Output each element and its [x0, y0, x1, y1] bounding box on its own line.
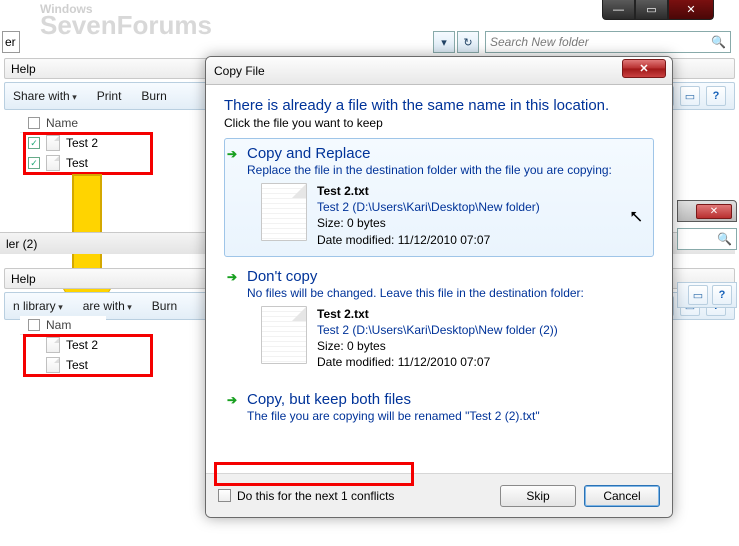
column-header[interactable]: Nam	[20, 316, 106, 335]
skip-button[interactable]: Skip	[500, 485, 576, 507]
cmd-share-with[interactable]: Share with	[13, 89, 77, 103]
address-bar: er ▾ ↻ Search New folder 🔍	[0, 28, 739, 56]
annotation-highlight	[23, 132, 153, 175]
search-icon[interactable]: 🔍	[711, 35, 726, 49]
apply-all-checkbox[interactable]	[218, 489, 231, 502]
cmd-share-with[interactable]: are with	[83, 299, 132, 313]
menu-help[interactable]: Help	[11, 272, 36, 286]
address-fragment[interactable]: er	[2, 31, 20, 53]
dialog-title-bar[interactable]: Copy File	[206, 57, 672, 85]
close-button[interactable]: ✕	[668, 0, 714, 20]
arrow-icon: ➔	[227, 147, 237, 161]
help-icon[interactable]: ?	[712, 285, 732, 305]
option-keep-both[interactable]: ➔ Copy, but keep both files The file you…	[224, 384, 654, 432]
option-dont-copy[interactable]: ➔ Don't copy No files will be changed. L…	[224, 261, 654, 380]
option-copy-replace[interactable]: ➔ Copy and Replace Replace the file in t…	[224, 138, 654, 257]
preview-pane-icon[interactable]: ▭	[688, 285, 708, 305]
select-all-checkbox[interactable]	[28, 117, 40, 129]
copy-file-dialog: Copy File ✕ There is already a file with…	[205, 56, 673, 518]
maximize-button[interactable]: ▭	[635, 0, 668, 20]
close-icon[interactable]: ✕	[696, 204, 732, 219]
dialog-heading: There is already a file with the same na…	[224, 97, 654, 114]
column-header[interactable]: Name	[20, 114, 106, 133]
apply-all-label: Do this for the next 1 conflicts	[237, 489, 394, 503]
annotation-highlight	[214, 462, 414, 486]
dialog-subheading: Click the file you want to keep	[224, 116, 654, 130]
search-icon[interactable]: 🔍	[677, 228, 737, 250]
cancel-button[interactable]: Cancel	[584, 485, 660, 507]
cmd-burn[interactable]: Burn	[152, 299, 177, 313]
cmd-burn[interactable]: Burn	[141, 89, 166, 103]
help-icon[interactable]: ?	[706, 86, 726, 106]
cmd-include-library[interactable]: n library	[13, 299, 63, 313]
window-controls: — ▭ ✕	[602, 0, 714, 20]
file-metadata: Test 2.txt Test 2 (D:\Users\Kari\Desktop…	[317, 183, 540, 248]
preview-pane-icon[interactable]: ▭	[680, 86, 700, 106]
file-icon	[261, 183, 307, 241]
cmd-print[interactable]: Print	[97, 89, 122, 103]
file-icon	[261, 306, 307, 364]
dialog-title: Copy File	[214, 64, 265, 78]
dialog-close-button[interactable]: ✕	[622, 59, 666, 78]
refresh-icon[interactable]: ↻	[457, 31, 479, 53]
search-input[interactable]: Search New folder 🔍	[485, 31, 731, 53]
file-metadata: Test 2.txt Test 2 (D:\Users\Kari\Desktop…	[317, 306, 558, 371]
menu-help[interactable]: Help	[11, 62, 36, 76]
annotation-highlight	[23, 334, 153, 377]
nav-dropdown-icon[interactable]: ▾	[433, 31, 455, 53]
search-placeholder: Search New folder	[490, 35, 589, 49]
select-all-checkbox[interactable]	[28, 319, 40, 331]
minimize-button[interactable]: —	[602, 0, 635, 20]
arrow-icon: ➔	[227, 393, 237, 407]
arrow-icon: ➔	[227, 270, 237, 284]
background-window-fragment: ✕ 🔍 ▭ ?	[677, 200, 737, 308]
